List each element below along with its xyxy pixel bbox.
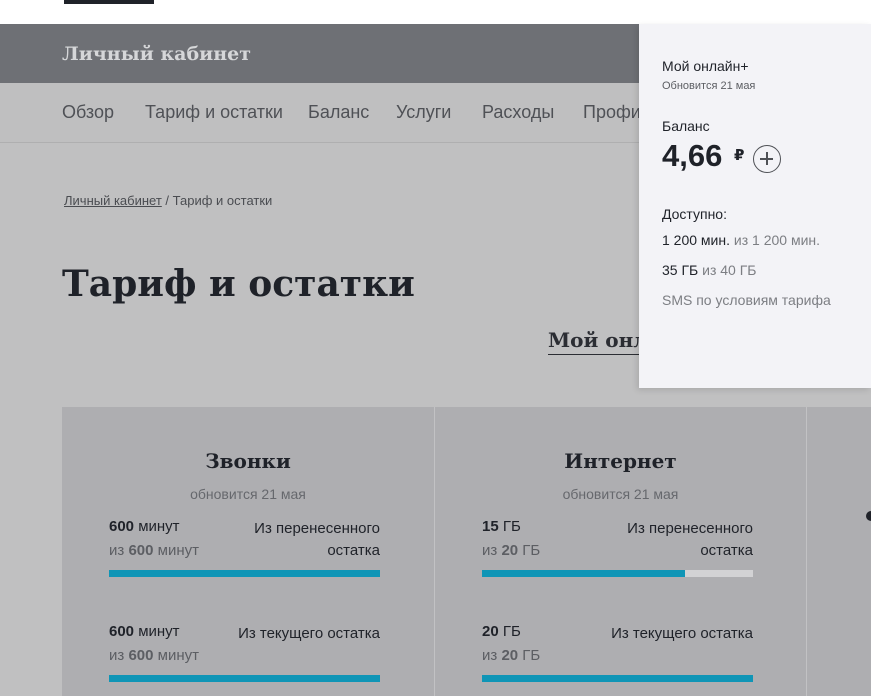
calls-carried-total-unit: минут [153, 542, 199, 559]
internet-current-progress [482, 675, 753, 682]
internet-carried-unit: ГБ [498, 518, 521, 535]
internet-current-amount: 20 ГБ [482, 623, 521, 640]
nav-item-overview[interactable]: Обзор [62, 102, 114, 123]
calls-carried-label: Из перенесенного остатка [254, 520, 380, 559]
nav-item-expenses[interactable]: Расходы [482, 102, 554, 123]
popup-updated: Обновится 21 мая [662, 80, 756, 92]
popup-balance-value: 4,66 [662, 138, 723, 173]
popup-tariff-name[interactable]: Мой онлайн+ [662, 58, 749, 74]
popup-minutes-total: из 1 200 мин. [730, 232, 821, 248]
breadcrumb: Личный кабинет / Тариф и остатки [64, 193, 272, 208]
popup-available-label: Доступно: [662, 206, 727, 222]
nav-item-tariff[interactable]: Тариф и остатки [145, 102, 283, 123]
calls-card-updated: обновится 21 мая [190, 486, 306, 502]
plus-circle-icon[interactable] [753, 145, 781, 173]
calls-carried-prefix: из [109, 542, 129, 559]
internet-carried-progress-fill [482, 570, 686, 577]
popup-minutes: 1 200 мин. из 1 200 мин. [662, 232, 820, 248]
calls-current-total-value: 600 [128, 647, 154, 664]
remains-panel: Звонки обновится 21 мая 600 минут из 600… [62, 407, 871, 696]
calls-current-row: 600 минут из 600 минут Из текущего остат… [109, 623, 380, 683]
popup-sms: SMS по условиям тарифа [662, 292, 831, 308]
breadcrumb-separator: / [161, 193, 173, 208]
calls-card: Звонки обновится 21 мая 600 минут из 600… [62, 407, 434, 696]
internet-carried-prefix: из [482, 542, 502, 559]
internet-card: Интернет обновится 21 мая 15 ГБ из 20 ГБ… [435, 407, 806, 696]
internet-current-progress-fill [482, 675, 753, 682]
calls-carried-value: 600 [109, 518, 135, 535]
internet-current-row: 20 ГБ из 20 ГБ Из текущего остатка [482, 623, 753, 683]
calls-current-label: Из текущего остатка [238, 625, 380, 642]
internet-carried-amount: 15 ГБ [482, 518, 521, 535]
internet-card-title: Интернет [564, 449, 677, 473]
internet-current-total-value: 20 [501, 647, 519, 664]
breadcrumb-home-link[interactable]: Личный кабинет [64, 193, 162, 208]
internet-current-prefix: из [482, 647, 502, 664]
tariff-summary-popup: Мой онлайн+ Обновится 21 мая Баланс 4,66… [639, 24, 871, 388]
internet-carried-value: 15 [482, 518, 499, 535]
calls-carried-amount: 600 минут [109, 518, 180, 535]
popup-balance-label: Баланс [662, 118, 710, 134]
internet-current-total-unit: ГБ [518, 647, 541, 664]
internet-carried-total-unit: ГБ [518, 542, 541, 559]
card-divider [806, 407, 807, 696]
internet-current-unit: ГБ [498, 623, 521, 640]
calls-carried-total-value: 600 [128, 542, 154, 559]
carousel-next-icon[interactable] [866, 511, 871, 521]
internet-current-total: из 20 ГБ [482, 647, 540, 664]
calls-card-title: Звонки [205, 449, 291, 473]
calls-current-progress [109, 675, 380, 682]
breadcrumb-current: Тариф и остатки [172, 193, 273, 208]
logo[interactable] [64, 0, 154, 4]
internet-carried-row: 15 ГБ из 20 ГБ Из перенесенного остатка [482, 518, 753, 578]
account-title[interactable]: Личный кабинет [62, 43, 251, 65]
popup-data: 35 ГБ из 40 ГБ [662, 262, 756, 278]
calls-current-prefix: из [109, 647, 129, 664]
top-bar [0, 0, 871, 24]
popup-data-left: 35 ГБ [662, 262, 699, 278]
internet-carried-label: Из перенесенного остатка [627, 520, 753, 559]
internet-carried-progress [482, 570, 753, 577]
calls-current-unit: минут [134, 623, 180, 640]
nav-item-services[interactable]: Услуги [396, 102, 451, 123]
calls-current-amount: 600 минут [109, 623, 180, 640]
calls-carried-row: 600 минут из 600 минут Из перенесенного … [109, 518, 380, 578]
calls-current-total-unit: минут [153, 647, 199, 664]
internet-carried-total-value: 20 [501, 542, 519, 559]
calls-carried-progress-fill [109, 570, 380, 577]
calls-carried-total: из 600 минут [109, 542, 199, 559]
ruble-icon: ₽ [734, 147, 745, 164]
popup-minutes-left: 1 200 мин. [662, 232, 730, 248]
calls-current-progress-fill [109, 675, 380, 682]
calls-current-value: 600 [109, 623, 135, 640]
internet-card-updated: обновится 21 мая [562, 486, 679, 502]
page-title: Тариф и остатки [62, 263, 415, 305]
nav-item-balance[interactable]: Баланс [308, 102, 369, 123]
popup-data-total: из 40 ГБ [698, 262, 757, 278]
internet-carried-total: из 20 ГБ [482, 542, 540, 559]
internet-current-label: Из текущего остатка [611, 625, 753, 642]
internet-current-value: 20 [482, 623, 499, 640]
calls-carried-progress [109, 570, 380, 577]
calls-current-total: из 600 минут [109, 647, 199, 664]
calls-carried-unit: минут [134, 518, 180, 535]
